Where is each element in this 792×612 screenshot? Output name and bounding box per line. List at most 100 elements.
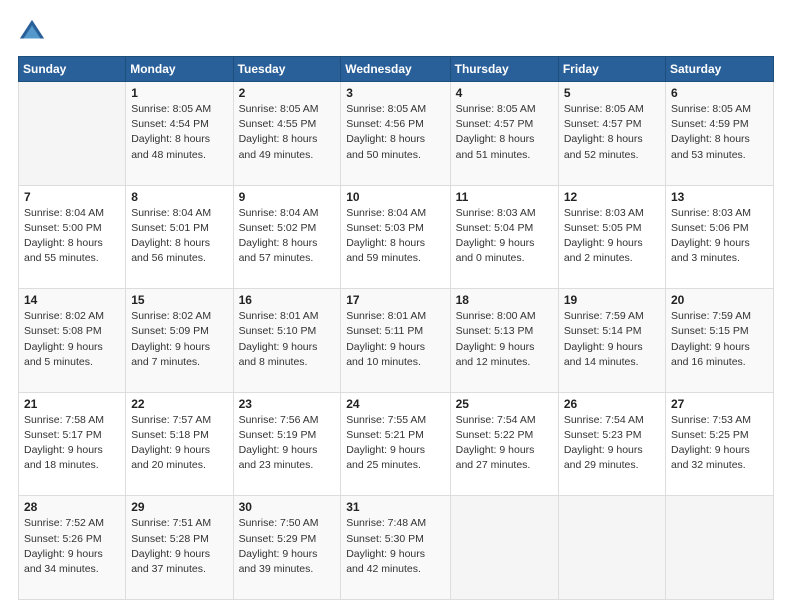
calendar-cell: 15Sunrise: 8:02 AM Sunset: 5:09 PM Dayli… bbox=[126, 289, 233, 393]
day-number: 11 bbox=[456, 190, 553, 204]
day-number: 25 bbox=[456, 397, 553, 411]
calendar-cell: 20 Sunrise: 7:59 AM Sunset: 5:15 PM Dayli… bbox=[666, 289, 774, 393]
calendar-cell: 31 Sunrise: 7:48 AM Sunset: 5:30 PM Dayli… bbox=[341, 496, 450, 600]
weekday-header: Wednesday bbox=[341, 57, 450, 82]
day-number: 14 bbox=[24, 293, 120, 307]
calendar-cell: 19Sunrise: 7:59 AM Sunset: 5:14 PM Dayli… bbox=[558, 289, 665, 393]
calendar-cell: 1Sunrise: 8:05 AM Sunset: 4:54 PM Daylig… bbox=[126, 82, 233, 186]
calendar-cell: 16Sunrise: 8:01 AM Sunset: 5:10 PM Dayli… bbox=[233, 289, 341, 393]
day-info: Sunrise: 8:04 AM Sunset: 5:02 PM Dayligh… bbox=[239, 206, 336, 267]
calendar-cell: 28 Sunrise: 7:52 AM Sunset: 5:26 PM Dayli… bbox=[19, 496, 126, 600]
day-number: 27 bbox=[671, 397, 768, 411]
day-number: 7 bbox=[24, 190, 120, 204]
day-info: Sunrise: 8:05 AM Sunset: 4:55 PM Dayligh… bbox=[239, 102, 336, 163]
day-info: Sunrise: 8:05 AM Sunset: 4:56 PM Dayligh… bbox=[346, 102, 444, 163]
calendar-cell: 26Sunrise: 7:54 AM Sunset: 5:23 PM Dayli… bbox=[558, 392, 665, 496]
calendar-cell: 10 Sunrise: 8:04 AM Sunset: 5:03 PM Dayli… bbox=[341, 185, 450, 289]
day-number: 10 bbox=[346, 190, 444, 204]
calendar-cell bbox=[558, 496, 665, 600]
day-info: Sunrise: 7:53 AM Sunset: 5:25 PM Dayligh… bbox=[671, 413, 768, 474]
day-info: Sunrise: 8:02 AM Sunset: 5:08 PM Dayligh… bbox=[24, 309, 120, 370]
day-info: Sunrise: 7:50 AM Sunset: 5:29 PM Dayligh… bbox=[239, 516, 336, 577]
logo-icon bbox=[18, 18, 46, 46]
day-number: 17 bbox=[346, 293, 444, 307]
calendar-cell: 7 Sunrise: 8:04 AM Sunset: 5:00 PM Daylig… bbox=[19, 185, 126, 289]
day-number: 5 bbox=[564, 86, 660, 100]
day-number: 6 bbox=[671, 86, 768, 100]
day-info: Sunrise: 7:56 AM Sunset: 5:19 PM Dayligh… bbox=[239, 413, 336, 474]
day-number: 22 bbox=[131, 397, 227, 411]
page: SundayMondayTuesdayWednesdayThursdayFrid… bbox=[0, 0, 792, 612]
day-info: Sunrise: 8:01 AM Sunset: 5:11 PM Dayligh… bbox=[346, 309, 444, 370]
weekday-header: Saturday bbox=[666, 57, 774, 82]
calendar-cell: 22 Sunrise: 7:57 AM Sunset: 5:18 PM Dayli… bbox=[126, 392, 233, 496]
weekday-row: SundayMondayTuesdayWednesdayThursdayFrid… bbox=[19, 57, 774, 82]
calendar-cell: 3Sunrise: 8:05 AM Sunset: 4:56 PM Daylig… bbox=[341, 82, 450, 186]
calendar-cell bbox=[666, 496, 774, 600]
day-number: 21 bbox=[24, 397, 120, 411]
day-info: Sunrise: 7:54 AM Sunset: 5:23 PM Dayligh… bbox=[564, 413, 660, 474]
day-number: 30 bbox=[239, 500, 336, 514]
calendar-cell: 13Sunrise: 8:03 AM Sunset: 5:06 PM Dayli… bbox=[666, 185, 774, 289]
day-number: 18 bbox=[456, 293, 553, 307]
day-number: 1 bbox=[131, 86, 227, 100]
calendar-cell: 18 Sunrise: 8:00 AM Sunset: 5:13 PM Dayli… bbox=[450, 289, 558, 393]
day-number: 16 bbox=[239, 293, 336, 307]
calendar-week-row: 14 Sunrise: 8:02 AM Sunset: 5:08 PM Dayli… bbox=[19, 289, 774, 393]
calendar-week-row: 7 Sunrise: 8:04 AM Sunset: 5:00 PM Daylig… bbox=[19, 185, 774, 289]
calendar-cell: 17 Sunrise: 8:01 AM Sunset: 5:11 PM Dayli… bbox=[341, 289, 450, 393]
header bbox=[18, 18, 774, 46]
day-info: Sunrise: 8:05 AM Sunset: 4:59 PM Dayligh… bbox=[671, 102, 768, 163]
day-number: 2 bbox=[239, 86, 336, 100]
day-info: Sunrise: 7:59 AM Sunset: 5:15 PM Dayligh… bbox=[671, 309, 768, 370]
weekday-header: Sunday bbox=[19, 57, 126, 82]
day-number: 12 bbox=[564, 190, 660, 204]
weekday-header: Monday bbox=[126, 57, 233, 82]
day-info: Sunrise: 8:00 AM Sunset: 5:13 PM Dayligh… bbox=[456, 309, 553, 370]
day-info: Sunrise: 7:51 AM Sunset: 5:28 PM Dayligh… bbox=[131, 516, 227, 577]
calendar-week-row: 21 Sunrise: 7:58 AM Sunset: 5:17 PM Dayli… bbox=[19, 392, 774, 496]
calendar-body: 1Sunrise: 8:05 AM Sunset: 4:54 PM Daylig… bbox=[19, 82, 774, 600]
day-number: 20 bbox=[671, 293, 768, 307]
calendar-week-row: 1Sunrise: 8:05 AM Sunset: 4:54 PM Daylig… bbox=[19, 82, 774, 186]
weekday-header: Thursday bbox=[450, 57, 558, 82]
day-info: Sunrise: 8:03 AM Sunset: 5:04 PM Dayligh… bbox=[456, 206, 553, 267]
weekday-header: Friday bbox=[558, 57, 665, 82]
day-info: Sunrise: 8:05 AM Sunset: 4:57 PM Dayligh… bbox=[456, 102, 553, 163]
calendar-cell bbox=[19, 82, 126, 186]
calendar-cell: 25Sunrise: 7:54 AM Sunset: 5:22 PM Dayli… bbox=[450, 392, 558, 496]
day-number: 24 bbox=[346, 397, 444, 411]
calendar-cell: 21 Sunrise: 7:58 AM Sunset: 5:17 PM Dayli… bbox=[19, 392, 126, 496]
day-info: Sunrise: 8:05 AM Sunset: 4:57 PM Dayligh… bbox=[564, 102, 660, 163]
day-number: 28 bbox=[24, 500, 120, 514]
weekday-header: Tuesday bbox=[233, 57, 341, 82]
day-info: Sunrise: 8:04 AM Sunset: 5:00 PM Dayligh… bbox=[24, 206, 120, 267]
calendar-cell: 2 Sunrise: 8:05 AM Sunset: 4:55 PM Daylig… bbox=[233, 82, 341, 186]
calendar-cell: 8Sunrise: 8:04 AM Sunset: 5:01 PM Daylig… bbox=[126, 185, 233, 289]
day-number: 29 bbox=[131, 500, 227, 514]
calendar-cell: 9Sunrise: 8:04 AM Sunset: 5:02 PM Daylig… bbox=[233, 185, 341, 289]
calendar-cell: 14 Sunrise: 8:02 AM Sunset: 5:08 PM Dayli… bbox=[19, 289, 126, 393]
day-info: Sunrise: 7:48 AM Sunset: 5:30 PM Dayligh… bbox=[346, 516, 444, 577]
day-number: 19 bbox=[564, 293, 660, 307]
calendar-cell: 27 Sunrise: 7:53 AM Sunset: 5:25 PM Dayli… bbox=[666, 392, 774, 496]
calendar-cell: 4 Sunrise: 8:05 AM Sunset: 4:57 PM Daylig… bbox=[450, 82, 558, 186]
calendar-cell: 23 Sunrise: 7:56 AM Sunset: 5:19 PM Dayli… bbox=[233, 392, 341, 496]
day-info: Sunrise: 7:58 AM Sunset: 5:17 PM Dayligh… bbox=[24, 413, 120, 474]
calendar-cell: 29 Sunrise: 7:51 AM Sunset: 5:28 PM Dayli… bbox=[126, 496, 233, 600]
day-info: Sunrise: 7:57 AM Sunset: 5:18 PM Dayligh… bbox=[131, 413, 227, 474]
calendar-cell bbox=[450, 496, 558, 600]
calendar-cell: 30 Sunrise: 7:50 AM Sunset: 5:29 PM Dayli… bbox=[233, 496, 341, 600]
day-number: 31 bbox=[346, 500, 444, 514]
day-number: 4 bbox=[456, 86, 553, 100]
day-info: Sunrise: 8:04 AM Sunset: 5:01 PM Dayligh… bbox=[131, 206, 227, 267]
day-info: Sunrise: 7:55 AM Sunset: 5:21 PM Dayligh… bbox=[346, 413, 444, 474]
day-info: Sunrise: 8:04 AM Sunset: 5:03 PM Dayligh… bbox=[346, 206, 444, 267]
calendar-header: SundayMondayTuesdayWednesdayThursdayFrid… bbox=[19, 57, 774, 82]
calendar-table: SundayMondayTuesdayWednesdayThursdayFrid… bbox=[18, 56, 774, 600]
day-info: Sunrise: 7:52 AM Sunset: 5:26 PM Dayligh… bbox=[24, 516, 120, 577]
calendar-cell: 12Sunrise: 8:03 AM Sunset: 5:05 PM Dayli… bbox=[558, 185, 665, 289]
calendar-cell: 6 Sunrise: 8:05 AM Sunset: 4:59 PM Daylig… bbox=[666, 82, 774, 186]
day-number: 23 bbox=[239, 397, 336, 411]
day-number: 15 bbox=[131, 293, 227, 307]
